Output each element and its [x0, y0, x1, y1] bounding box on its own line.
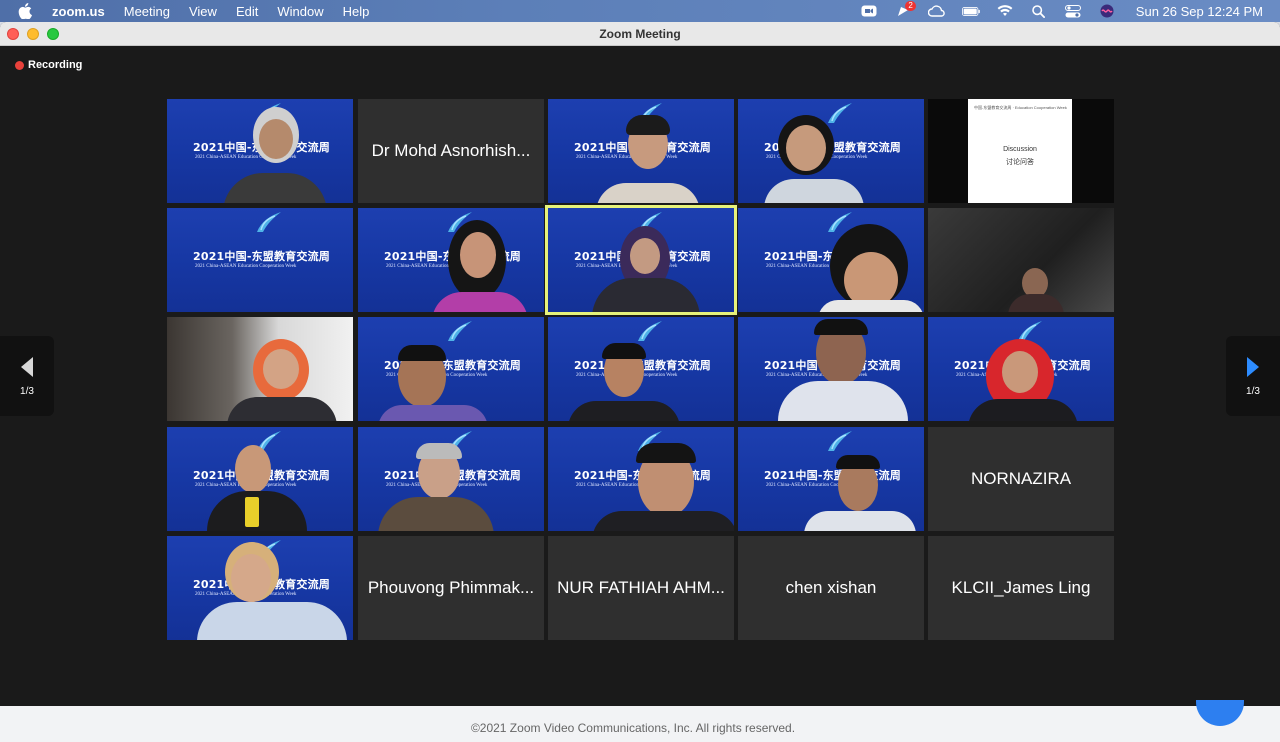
participant-video-tile[interactable]: [928, 208, 1114, 312]
window-titlebar[interactable]: Zoom Meeting: [0, 22, 1280, 46]
menu-view[interactable]: View: [189, 4, 217, 19]
participant-video-tile[interactable]: 2021中国-东盟教育交流周 2021 China-ASEAN Educatio…: [358, 427, 544, 531]
arrow-left-icon: [21, 356, 33, 377]
participant-name-tile[interactable]: NUR FATHIAH AHM...: [548, 536, 734, 640]
participant-video-tile[interactable]: 2021中国-东盟教育交流周 2021 China-ASEAN Educatio…: [167, 208, 353, 312]
menu-help[interactable]: Help: [343, 4, 370, 19]
cloud-icon[interactable]: [927, 4, 946, 18]
participant-video-tile[interactable]: 2021中国-东盟教育交流周 2021 China-ASEAN Educatio…: [167, 427, 353, 531]
wifi-icon[interactable]: [996, 4, 1014, 18]
siri-icon[interactable]: [1098, 4, 1116, 18]
next-page-label: 1/3: [1246, 385, 1260, 397]
zoom-meeting-window: Zoom Meeting Recording 1/3 1/3 2021中国-东盟…: [0, 22, 1280, 706]
participant-video-tile[interactable]: 2021中国-东盟教育交流周 2021 China-ASEAN Educatio…: [738, 427, 924, 531]
arrow-right-icon: [1247, 356, 1259, 377]
participant-name-tile[interactable]: NORNAZIRA: [928, 427, 1114, 531]
screen-share-tile[interactable]: 中国-东盟教育交流周 · Education Cooperation Week …: [928, 99, 1114, 203]
next-page-button[interactable]: 1/3: [1226, 336, 1280, 416]
event-logo-icon: [828, 103, 852, 123]
participant-name: chen xishan: [785, 578, 877, 597]
previous-page-label: 1/3: [20, 385, 34, 397]
event-logo-icon: [638, 321, 662, 341]
recording-label: Recording: [28, 59, 83, 71]
participant-video-tile[interactable]: 2021中国-东盟教育交流周 2021 China-ASEAN Educatio…: [738, 317, 924, 421]
participant-name: Phouvong Phimmak...: [367, 578, 535, 597]
participant-name: KLCII_James Ling: [951, 578, 1091, 597]
battery-icon[interactable]: [961, 4, 980, 18]
control-center-icon[interactable]: [1064, 4, 1082, 18]
recording-indicator[interactable]: Recording: [15, 59, 82, 71]
fullscreen-window-button[interactable]: [47, 28, 59, 40]
participant-name: Dr Mohd Asnorhish...: [371, 141, 531, 160]
recording-dot-icon: [15, 60, 24, 70]
menu-bar: zoom.us Meeting View Edit Window Help 2 …: [0, 0, 1280, 22]
participant-video-tile[interactable]: 2021中国-东盟教育交流周 2021 China-ASEAN Educatio…: [548, 99, 734, 203]
active-speaker-tile[interactable]: 2021中国-东盟教育交流周 2021 China-ASEAN Educatio…: [545, 205, 737, 315]
banner-title: 2021中国-东盟教育交流周: [764, 469, 901, 482]
menu-edit[interactable]: Edit: [236, 4, 258, 19]
participant-video-tile[interactable]: 2021中国-东盟教育交流周 2021 China-ASEAN Educatio…: [358, 208, 544, 312]
participant-video-tile[interactable]: 2021中国-东盟教育交流周 2021 China-ASEAN Educatio…: [167, 536, 353, 640]
window-title: Zoom Meeting: [599, 26, 681, 41]
participant-name-tile[interactable]: Dr Mohd Asnorhish...: [358, 99, 544, 203]
event-logo-icon: [448, 321, 472, 341]
close-window-button[interactable]: [7, 28, 19, 40]
participant-name: NORNAZIRA: [970, 469, 1072, 488]
menubar-clock[interactable]: Sun 26 Sep 12:24 PM: [1136, 4, 1263, 19]
slide-subtitle: 讨论问答: [1006, 158, 1034, 166]
participant-video-tile[interactable]: 2021中国-东盟教育交流周 2021 China-ASEAN Educatio…: [738, 208, 924, 312]
apple-icon[interactable]: [18, 3, 34, 19]
participant-name-tile[interactable]: chen xishan: [738, 536, 924, 640]
participant-video-tile[interactable]: 2021中国-东盟教育交流周 2021 China-ASEAN Educatio…: [167, 99, 353, 203]
banner-title: 2021中国-东盟教育交流周: [193, 250, 330, 263]
zoom-camera-icon[interactable]: [860, 4, 878, 18]
minimize-window-button[interactable]: [27, 28, 39, 40]
participant-name-tile[interactable]: KLCII_James Ling: [928, 536, 1114, 640]
copyright-text: ©2021 Zoom Video Communications, Inc. Al…: [470, 721, 796, 735]
shared-slide: 中国-东盟教育交流周 · Education Cooperation Week …: [968, 99, 1072, 203]
menu-window[interactable]: Window: [277, 4, 323, 19]
participant-video-tile[interactable]: 2021中国-东盟教育交流周 2021 China-ASEAN Educatio…: [548, 427, 734, 531]
participant-video-tile[interactable]: 2021中国-东盟教育交流周 2021 China-ASEAN Educatio…: [358, 317, 544, 421]
notification-icon[interactable]: 2: [894, 1, 916, 18]
slide-header: 中国-东盟教育交流周 · Education Cooperation Week: [974, 105, 1067, 110]
menu-meeting[interactable]: Meeting: [124, 4, 170, 19]
participant-video-tile[interactable]: 2021中国-东盟教育交流周 2021 China-ASEAN Educatio…: [738, 99, 924, 203]
menubar-status-area: 2 Sun 26 Sep 12:24 PM: [860, 0, 1280, 22]
previous-page-button[interactable]: 1/3: [0, 336, 54, 416]
banner-subtitle: 2021 China-ASEAN Education Cooperation W…: [195, 264, 297, 269]
slide-title: Discussion: [1003, 146, 1037, 153]
notification-badge: 2: [905, 1, 916, 11]
gallery-view: Recording 1/3 1/3 2021中国-东盟教育交流周 2021 Ch…: [0, 47, 1280, 706]
participant-video-tile[interactable]: [167, 317, 353, 421]
menu-app-zoom[interactable]: zoom.us: [52, 4, 105, 19]
participant-video-tile[interactable]: 2021中国-东盟教育交流周 2021 China-ASEAN Educatio…: [928, 317, 1114, 421]
participant-name-tile[interactable]: Phouvong Phimmak...: [358, 536, 544, 640]
participant-video-tile[interactable]: 2021中国-东盟教育交流周 2021 China-ASEAN Educatio…: [548, 317, 734, 421]
participant-name: NUR FATHIAH AHM...: [557, 578, 725, 597]
search-icon[interactable]: [1030, 4, 1048, 18]
background-footer: ©2021 Zoom Video Communications, Inc. Al…: [0, 700, 1280, 742]
event-logo-icon: [257, 212, 281, 232]
event-logo-icon: [828, 431, 852, 451]
